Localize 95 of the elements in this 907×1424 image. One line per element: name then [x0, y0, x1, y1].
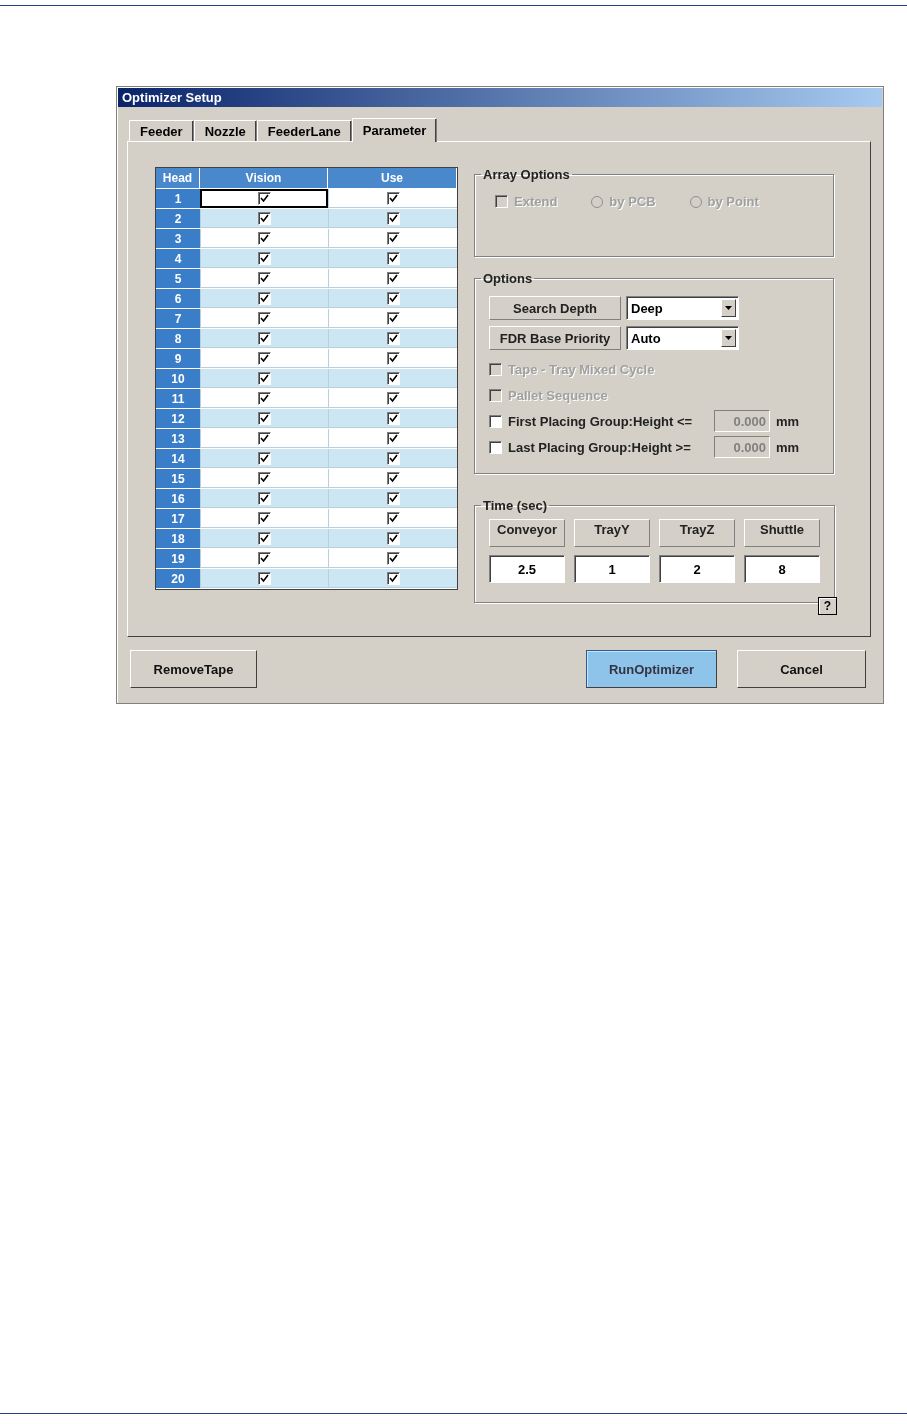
option-label: Last Placing Group:Height >= [508, 439, 692, 455]
field-label: FDR Base Priority [489, 326, 621, 350]
table-cell: 6 [156, 289, 200, 309]
checkbox[interactable] [489, 440, 502, 454]
checkbox[interactable] [258, 191, 271, 205]
tab[interactable]: FeederLane [256, 120, 352, 141]
checkbox[interactable] [258, 531, 271, 545]
unit-label: mm [776, 413, 800, 429]
field-label: TrayY [574, 519, 650, 547]
table-cell: 13 [156, 429, 200, 449]
group-title: Array Options [482, 167, 571, 182]
table-cell: 19 [156, 549, 200, 569]
option-label: First Placing Group:Height <= [508, 413, 694, 429]
group-title: Time (sec) [482, 498, 549, 513]
checkbox[interactable] [386, 231, 400, 245]
checkbox[interactable] [386, 511, 400, 525]
checkbox[interactable] [386, 491, 400, 505]
field-label: Search Depth [489, 296, 621, 320]
checkbox[interactable] [386, 471, 400, 485]
table-cell: 14 [156, 449, 200, 469]
dialog-button[interactable]: Cancel [737, 650, 866, 688]
checkbox[interactable] [258, 511, 271, 525]
help-button[interactable]: ? [818, 597, 837, 615]
checkbox[interactable] [258, 411, 271, 425]
checkbox[interactable] [258, 291, 271, 305]
table-cell: 17 [156, 509, 200, 529]
checkbox[interactable] [386, 271, 400, 285]
checkbox[interactable] [258, 351, 271, 365]
column-header: Vision [200, 168, 328, 189]
checkbox[interactable] [386, 551, 400, 565]
checkbox[interactable] [258, 571, 271, 585]
checkbox[interactable] [258, 391, 271, 405]
checkbox[interactable] [258, 551, 271, 565]
checkbox[interactable] [386, 351, 400, 365]
table-cell: 5 [156, 269, 200, 289]
table-cell: 3 [156, 229, 200, 249]
table-cell: 9 [156, 349, 200, 369]
checkbox[interactable] [258, 311, 271, 325]
table-cell: 8 [156, 329, 200, 349]
checkbox[interactable] [258, 271, 271, 285]
time-input-field[interactable]: 8 [744, 555, 820, 583]
dialog-button[interactable]: RemoveTape [130, 650, 257, 688]
checkbox[interactable] [386, 391, 400, 405]
table-cell: 12 [156, 409, 200, 429]
checkbox[interactable] [258, 251, 271, 265]
checkbox[interactable] [386, 531, 400, 545]
tab[interactable]: Feeder [129, 120, 194, 141]
checkbox[interactable] [489, 414, 502, 428]
checkbox[interactable] [386, 291, 400, 305]
table-cell: 11 [156, 389, 200, 409]
table-cell: 16 [156, 489, 200, 509]
checkbox[interactable] [258, 451, 271, 465]
checkbox[interactable] [258, 431, 271, 445]
table-cell: 18 [156, 529, 200, 549]
table-cell: 4 [156, 249, 200, 269]
unit-label: mm [776, 439, 800, 455]
table-cell: 20 [156, 569, 200, 589]
checkbox[interactable] [258, 211, 271, 225]
time-input-field[interactable]: 2.5 [489, 555, 565, 583]
checkbox[interactable] [386, 371, 400, 385]
field-label: Conveyor [489, 519, 565, 547]
tab[interactable]: Nozzle [193, 120, 257, 141]
time-input-field[interactable]: 1 [574, 555, 650, 583]
checkbox[interactable] [386, 431, 400, 445]
dialog-button[interactable]: RunOptimizer [586, 650, 717, 688]
window-title: Optimizer Setup [118, 88, 882, 107]
checkbox[interactable] [386, 331, 400, 345]
field-label: TrayZ [659, 519, 735, 547]
checkbox[interactable] [386, 311, 400, 325]
checkbox[interactable] [386, 211, 400, 225]
table-cell: 2 [156, 209, 200, 229]
tab[interactable]: Parameter [351, 118, 438, 142]
column-header: Head [156, 168, 200, 189]
checkbox[interactable] [386, 571, 400, 585]
checkbox[interactable] [386, 251, 400, 265]
checkbox[interactable] [386, 451, 400, 465]
dropdown-arrow-icon [725, 336, 732, 340]
table-cell: 1 [156, 189, 200, 209]
dropdown[interactable]: Auto [626, 326, 739, 350]
column-header: Use [328, 168, 457, 189]
dropdown[interactable]: Deep [626, 296, 739, 320]
checkbox[interactable] [258, 471, 271, 485]
table-cell: 7 [156, 309, 200, 329]
checkbox[interactable] [386, 411, 400, 425]
checkbox[interactable] [386, 191, 400, 205]
group-title: Options [482, 271, 534, 286]
checkbox[interactable] [258, 491, 271, 505]
table-cell: 15 [156, 469, 200, 489]
dropdown-arrow-icon [725, 306, 732, 310]
time-input-field[interactable]: 2 [659, 555, 735, 583]
checkbox[interactable] [258, 231, 271, 245]
table-cell: 10 [156, 369, 200, 389]
checkbox[interactable] [258, 371, 271, 385]
checkbox[interactable] [258, 331, 271, 345]
field-label: Shuttle [744, 519, 820, 547]
